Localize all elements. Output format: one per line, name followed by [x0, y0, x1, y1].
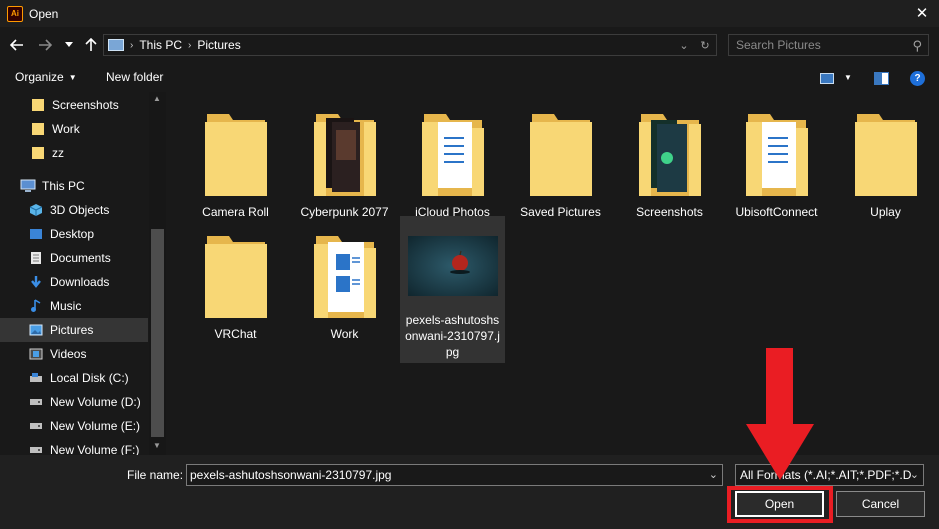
image-thumbnail-icon [405, 226, 501, 306]
folder-icon [30, 122, 46, 136]
drive-icon [28, 395, 44, 409]
change-view-icon[interactable] [820, 73, 834, 84]
address-bar[interactable]: › This PC › Pictures ⌄ ↻ [103, 34, 717, 56]
file-item-screenshots[interactable]: Screenshots [617, 92, 722, 220]
recent-locations-chevron-icon[interactable] [62, 35, 76, 55]
scroll-down-icon[interactable]: ▼ [153, 441, 161, 450]
breadcrumb-separator-icon[interactable]: › [130, 40, 133, 51]
sidebar-item-work[interactable]: Work [0, 117, 148, 141]
back-arrow-icon[interactable] [8, 35, 26, 55]
organize-label: Organize [15, 70, 64, 84]
pictures-icon [28, 323, 44, 337]
folder-docs-icon [405, 102, 501, 198]
disk-icon [28, 371, 44, 385]
sidebar-scrollbar[interactable]: ▲ ▼ [149, 92, 166, 455]
folder-icon [30, 98, 46, 112]
sidebar-item-screenshots[interactable]: Screenshots [0, 93, 148, 117]
title-bar: Ai Open ✕ [0, 0, 939, 27]
close-icon[interactable]: ✕ [911, 2, 933, 24]
desktop-icon [28, 227, 44, 241]
file-label: pexels-ashutoshsonwani-2310797.jpg [405, 313, 500, 359]
folder-docs-icon [729, 102, 825, 198]
breadcrumb-separator-icon[interactable]: › [188, 40, 191, 51]
file-item-pexels-image[interactable]: pexels-ashutoshsonwani-2310797.jpg [400, 216, 505, 363]
file-name-input[interactable] [187, 468, 697, 482]
navigation-pane: Screenshots Work zz This PC 3D Objects D… [0, 92, 167, 455]
file-item-uplay[interactable]: Uplay [833, 92, 938, 220]
chevron-down-icon: ▼ [68, 72, 77, 82]
sidebar-item-3d-objects[interactable]: 3D Objects [0, 198, 148, 222]
forward-arrow-icon[interactable] [36, 35, 54, 55]
file-label: Screenshots [636, 205, 703, 219]
scrollbar-thumb[interactable] [151, 229, 164, 437]
drive-icon [28, 419, 44, 433]
highlight-box-annotation [727, 486, 833, 523]
file-item-work[interactable]: Work [292, 216, 397, 342]
folder-docs-icon [297, 224, 393, 320]
file-name-combobox[interactable]: ⌄ [186, 464, 723, 486]
folder-icon [30, 146, 46, 160]
document-icon [28, 251, 44, 265]
sidebar-item-zz[interactable]: zz [0, 141, 148, 165]
file-item-camera-roll[interactable]: Camera Roll [183, 92, 288, 220]
help-icon[interactable]: ? [910, 71, 925, 86]
scroll-up-icon[interactable]: ▲ [153, 94, 161, 103]
search-input[interactable] [729, 38, 904, 52]
file-item-icloud-photos[interactable]: iCloud Photos [400, 92, 505, 220]
sidebar-item-downloads[interactable]: Downloads [0, 270, 148, 294]
sidebar-item-music[interactable]: Music [0, 294, 148, 318]
new-folder-button[interactable]: New folder [106, 70, 163, 84]
file-view: Camera Roll Cyberpunk 2077 iCloud Photos… [168, 92, 939, 455]
download-icon [28, 275, 44, 289]
sidebar-item-new-volume-d[interactable]: New Volume (D:) [0, 390, 148, 414]
up-arrow-icon[interactable] [82, 35, 100, 55]
view-options-chevron-icon[interactable]: ▼ [844, 73, 852, 82]
sidebar-item-this-pc[interactable]: This PC [0, 174, 148, 198]
file-label: Work [330, 327, 359, 341]
file-label: VRChat [214, 327, 257, 341]
file-item-ubisoftconnect[interactable]: UbisoftConnect [724, 92, 829, 220]
sidebar-item-pictures[interactable]: Pictures [0, 318, 148, 342]
file-label: UbisoftConnect [735, 205, 818, 219]
red-down-arrow-icon [746, 348, 814, 480]
computer-icon [20, 179, 36, 193]
chevron-down-icon[interactable]: ⌄ [906, 468, 919, 481]
breadcrumb-pictures[interactable]: Pictures [197, 38, 240, 52]
sidebar-item-documents[interactable]: Documents [0, 246, 148, 270]
music-icon [28, 299, 44, 313]
chevron-down-icon[interactable]: ⌄ [709, 468, 718, 481]
drive-icon [28, 443, 44, 455]
sidebar-item-desktop[interactable]: Desktop [0, 222, 148, 246]
illustrator-app-icon: Ai [7, 5, 23, 22]
file-label: Uplay [870, 205, 901, 219]
this-pc-icon [108, 39, 124, 51]
folder-images-icon [297, 102, 393, 198]
file-label: Saved Pictures [520, 205, 601, 219]
sidebar-item-videos[interactable]: Videos [0, 342, 148, 366]
refresh-icon[interactable]: ↻ [697, 37, 713, 53]
breadcrumb-this-pc[interactable]: This PC [139, 38, 182, 52]
file-item-saved-pictures[interactable]: Saved Pictures [508, 92, 613, 220]
video-icon [28, 347, 44, 361]
cube-icon [28, 203, 44, 217]
address-dropdown-chevron-icon[interactable]: ⌄ [676, 37, 692, 53]
organize-button[interactable]: Organize ▼ [15, 70, 77, 84]
file-name-label: File name: [127, 468, 184, 482]
file-item-cyberpunk-2077[interactable]: Cyberpunk 2077 [292, 92, 397, 220]
command-toolbar: Organize ▼ New folder ▼ ? [0, 64, 939, 92]
sidebar-item-new-volume-e[interactable]: New Volume (E:) [0, 414, 148, 438]
folder-icon [513, 102, 609, 198]
folder-icon [838, 102, 934, 198]
folder-icon [188, 102, 284, 198]
cancel-button[interactable]: Cancel [836, 491, 925, 517]
sidebar-item-local-disk-c[interactable]: Local Disk (C:) [0, 366, 148, 390]
window-title: Open [29, 6, 59, 21]
sidebar-item-new-volume-f[interactable]: New Volume (F:) [0, 438, 148, 455]
folder-icon [188, 224, 284, 320]
folder-images-icon [622, 102, 718, 198]
search-icon[interactable]: ⚲ [912, 38, 922, 54]
preview-pane-icon[interactable] [874, 72, 889, 85]
file-item-vrchat[interactable]: VRChat [183, 216, 288, 342]
search-box[interactable]: ⚲ [728, 34, 929, 56]
